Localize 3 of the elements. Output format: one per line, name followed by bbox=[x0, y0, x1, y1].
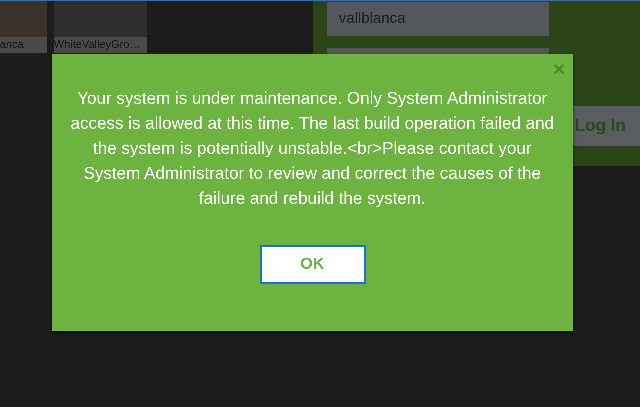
ok-button[interactable]: OK bbox=[260, 245, 366, 284]
username-field[interactable]: vallblanca bbox=[327, 2, 549, 36]
close-button[interactable]: × bbox=[553, 60, 565, 80]
